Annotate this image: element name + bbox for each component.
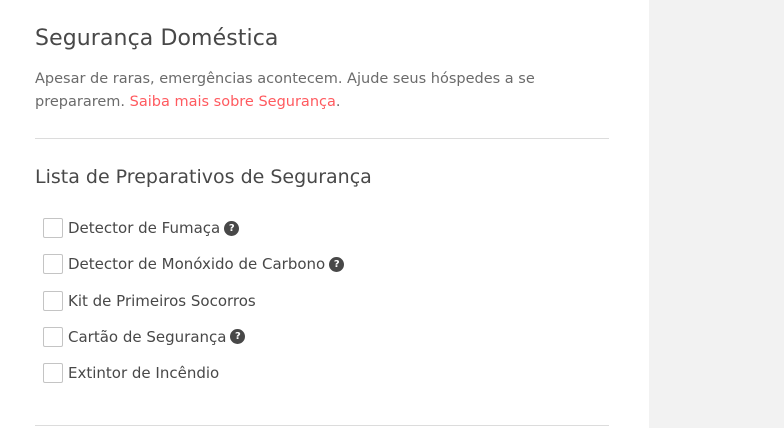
main-content: Segurança Doméstica Apesar de raras, eme… <box>0 0 649 428</box>
divider <box>35 425 609 426</box>
fire-extinguisher-checkbox[interactable] <box>43 363 63 384</box>
checklist-item-first-aid-kit[interactable]: Kit de Primeiros Socorros <box>43 290 344 312</box>
first-aid-kit-checkbox[interactable] <box>43 290 63 311</box>
question-circle-icon[interactable]: ? <box>230 329 246 345</box>
question-circle-icon[interactable]: ? <box>329 256 345 272</box>
checklist-item-label: Extintor de Incêndio <box>68 364 220 383</box>
checklist-item-label: Cartão de Segurança <box>68 327 227 346</box>
divider <box>35 138 609 139</box>
section-title: Segurança Doméstica <box>35 26 279 51</box>
learn-more-safety-link[interactable]: Saiba mais sobre Segurança <box>130 94 336 110</box>
checklist-item-label: Detector de Monóxido de Carbono <box>68 255 326 274</box>
checklist-item-label: Detector de Fumaça <box>68 219 221 237</box>
carbon-monoxide-detector-checkbox[interactable] <box>43 254 63 275</box>
smoke-detector-checkbox[interactable] <box>43 218 63 238</box>
side-panel <box>649 0 784 428</box>
safety-card-checkbox[interactable] <box>43 326 63 347</box>
question-circle-icon[interactable]: ? <box>224 220 240 236</box>
description-period: . <box>335 94 341 110</box>
checklist-item-label: Kit de Primeiros Socorros <box>68 291 256 310</box>
checklist-item-safety-card[interactable]: Cartão de Segurança ? <box>43 326 344 348</box>
checklist-item-fire-extinguisher[interactable]: Extintor de Incêndio <box>43 362 344 384</box>
safety-checklist: Detector de Fumaça ? Detector de Monóxid… <box>43 217 345 398</box>
section-description: Apesar de raras, emergências acontecem. … <box>35 68 555 114</box>
checklist-item-carbon-monoxide-detector[interactable]: Detector de Monóxido de Carbono ? <box>43 253 345 275</box>
checklist-item-smoke-detector[interactable]: Detector de Fumaça ? <box>43 217 344 239</box>
checklist-title: Lista de Preparativos de Segurança <box>35 166 372 188</box>
